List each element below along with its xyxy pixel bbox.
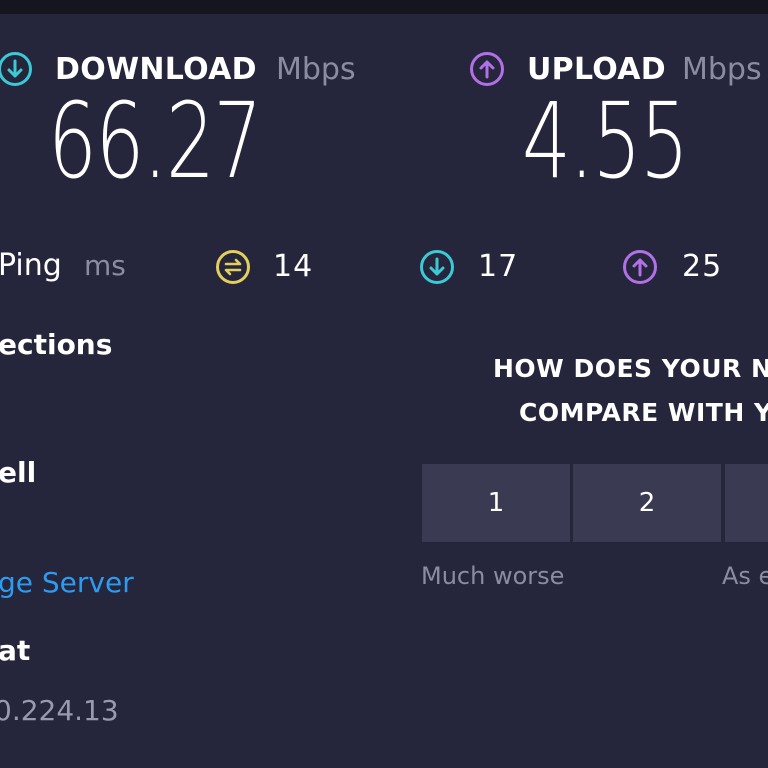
ping-label: Ping [0,248,62,283]
survey-question-line1: HOW DOES YOUR N [493,354,768,383]
ping-idle-value: 14 [273,249,314,284]
rating-caption-much-worse: Much worse [421,562,565,590]
isp-name: ell [0,456,37,489]
rating-option-1[interactable]: 1 [422,464,570,542]
speedtest-results-panel: DOWNLOAD Mbps 66.27 UPLOAD Mbps 4.55 Pin… [0,0,768,768]
upload-unit: Mbps [682,52,762,87]
arrow-down-circle-icon [0,52,32,86]
connections-label: ections [0,328,113,361]
rating-caption-as-expected: As e [722,562,768,590]
arrow-up-circle-icon [470,52,504,86]
rating-option-3[interactable] [725,464,768,542]
ip-address: 0.224.13 [0,694,119,727]
ping-idle-icon [216,250,250,284]
survey-question-line2: COMPARE WITH Y [519,398,768,427]
ping-upload-value: 25 [682,249,723,284]
location-label: at [0,634,31,667]
ping-upload-icon [623,250,657,284]
download-value: 66.27 [48,80,262,202]
ping-download-icon [420,250,454,284]
top-bar [0,0,768,14]
upload-value: 4.55 [522,80,689,202]
ping-unit: ms [84,249,126,282]
rating-option-2[interactable]: 2 [573,464,721,542]
change-server-link[interactable]: ge Server [0,566,134,599]
ping-download-value: 17 [478,249,519,284]
download-unit: Mbps [276,52,356,87]
